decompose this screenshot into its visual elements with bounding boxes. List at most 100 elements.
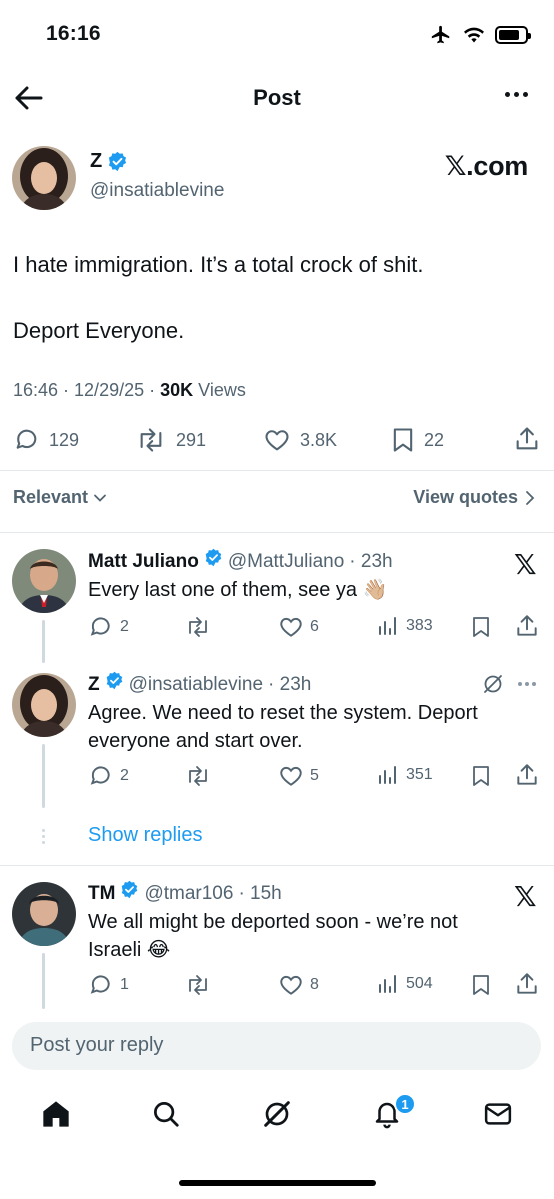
views-count: 383 bbox=[406, 617, 433, 634]
reply-count: 2 bbox=[120, 767, 129, 784]
reply-text: Agree. We need to reset the system. Depo… bbox=[88, 702, 478, 752]
repost-button[interactable] bbox=[184, 763, 212, 789]
sort-label: Relevant bbox=[13, 487, 89, 507]
like-button[interactable]: 6 bbox=[278, 614, 319, 640]
divider bbox=[0, 865, 554, 866]
bookmark-button[interactable]: 22 bbox=[390, 426, 444, 454]
reply-count: 129 bbox=[49, 429, 80, 450]
status-time: 16:16 bbox=[46, 22, 101, 45]
heart-icon bbox=[280, 766, 302, 786]
more-options-button[interactable] bbox=[518, 682, 536, 686]
reply-button[interactable]: 2 bbox=[88, 614, 129, 640]
views-button[interactable]: 351 bbox=[376, 763, 433, 787]
verified-badge-icon bbox=[120, 880, 139, 899]
share-button[interactable] bbox=[513, 425, 541, 453]
tab-grok[interactable] bbox=[259, 1096, 295, 1132]
reply-author-handle[interactable]: @MattJuliano bbox=[228, 551, 344, 573]
tab-messages[interactable] bbox=[480, 1096, 516, 1132]
more-options-button[interactable] bbox=[505, 92, 528, 97]
heart-icon bbox=[280, 975, 302, 995]
verified-badge-icon bbox=[107, 151, 128, 172]
reply-author-name[interactable]: Matt Juliano bbox=[88, 551, 199, 573]
share-button[interactable] bbox=[514, 971, 540, 997]
like-button[interactable]: 3.8K bbox=[262, 426, 337, 454]
author-name-row: Z bbox=[90, 150, 128, 173]
reply-count: 1 bbox=[120, 976, 129, 993]
reply-button[interactable]: 129 bbox=[13, 426, 79, 454]
repost-icon bbox=[140, 428, 162, 452]
views-count: 504 bbox=[406, 975, 433, 992]
sort-dropdown[interactable]: Relevant bbox=[13, 487, 108, 508]
reply-author-name[interactable]: Z bbox=[88, 674, 100, 696]
avatar[interactable] bbox=[12, 673, 76, 737]
search-icon bbox=[154, 1102, 179, 1127]
reply-icon bbox=[90, 617, 110, 636]
home-icon bbox=[43, 1101, 69, 1127]
bookmark-button[interactable] bbox=[470, 763, 492, 789]
reply-author-handle[interactable]: @insatiablevine bbox=[129, 674, 263, 696]
view-quotes-link[interactable]: View quotes bbox=[413, 487, 536, 508]
grok-icon bbox=[264, 1101, 290, 1127]
analytics-icon bbox=[379, 617, 396, 635]
views-label: Views bbox=[193, 380, 246, 400]
like-count: 8 bbox=[310, 976, 319, 993]
repost-icon bbox=[189, 617, 207, 637]
avatar[interactable] bbox=[12, 882, 76, 946]
reply-time: · 23h bbox=[349, 551, 393, 572]
post-timestamp[interactable]: 16:46 · 12/29/25 · bbox=[13, 380, 160, 400]
reply-header: TM @tmar106 · 15h bbox=[88, 880, 282, 905]
views-button[interactable]: 504 bbox=[376, 972, 433, 996]
chevron-right-icon bbox=[526, 490, 535, 505]
avatar[interactable] bbox=[12, 549, 76, 613]
reply-header: Z @insatiablevine · 23h bbox=[88, 671, 311, 696]
reply-count: 2 bbox=[120, 618, 129, 635]
reply-author-name[interactable]: TM bbox=[88, 883, 115, 905]
like-button[interactable]: 5 bbox=[278, 763, 319, 789]
reply-input-placeholder: Post your reply bbox=[30, 1034, 164, 1056]
analytics-icon bbox=[379, 975, 396, 993]
reply-button[interactable]: 1 bbox=[88, 972, 129, 998]
reply-button[interactable]: 2 bbox=[88, 763, 129, 789]
like-button[interactable]: 8 bbox=[278, 972, 319, 998]
heart-icon bbox=[265, 430, 289, 451]
bookmark-button[interactable] bbox=[470, 972, 492, 998]
post-meta: 16:46 · 12/29/25 · 30K Views bbox=[13, 380, 246, 401]
heart-icon bbox=[280, 617, 302, 637]
author-name[interactable]: Z bbox=[90, 150, 102, 173]
grok-icon[interactable] bbox=[481, 672, 505, 696]
x-logo-icon: 𝕏 bbox=[514, 881, 537, 912]
status-icons bbox=[429, 24, 531, 46]
tab-search[interactable] bbox=[148, 1096, 184, 1132]
repost-icon bbox=[189, 766, 207, 786]
share-icon bbox=[517, 973, 537, 994]
reply-time: · 15h bbox=[238, 883, 282, 904]
thread-line bbox=[42, 744, 45, 808]
verified-badge-icon bbox=[204, 548, 223, 567]
share-button[interactable] bbox=[514, 613, 540, 639]
show-replies-link[interactable]: Show replies bbox=[88, 824, 203, 847]
verified-badge-icon bbox=[105, 671, 124, 690]
view-quotes-label: View quotes bbox=[413, 487, 518, 507]
avatar[interactable] bbox=[12, 146, 76, 210]
repost-button[interactable] bbox=[184, 614, 212, 640]
views-button[interactable]: 383 bbox=[376, 614, 433, 638]
mail-icon bbox=[484, 1103, 512, 1125]
reply-author-handle[interactable]: @tmar106 bbox=[144, 883, 233, 905]
post-text: I hate immigration. It’s a total crock o… bbox=[13, 252, 424, 343]
repost-button[interactable]: 291 bbox=[134, 426, 206, 454]
views-count: 30K bbox=[160, 380, 194, 400]
share-icon bbox=[517, 615, 537, 636]
airplane-mode-icon bbox=[429, 24, 453, 46]
reply-icon bbox=[90, 766, 110, 785]
bookmark-icon bbox=[473, 617, 489, 637]
reply-time: · 23h bbox=[268, 674, 312, 695]
like-count: 6 bbox=[310, 618, 319, 635]
bookmark-button[interactable] bbox=[470, 614, 492, 640]
repost-button[interactable] bbox=[184, 972, 212, 998]
author-handle[interactable]: @insatiablevine bbox=[90, 180, 224, 202]
reply-text: Every last one of them, see ya 👋🏼 bbox=[88, 579, 388, 601]
share-button[interactable] bbox=[514, 762, 540, 788]
x-logo: 𝕏.com bbox=[444, 151, 529, 181]
tab-home[interactable] bbox=[38, 1096, 74, 1132]
thread-dots bbox=[42, 829, 45, 844]
